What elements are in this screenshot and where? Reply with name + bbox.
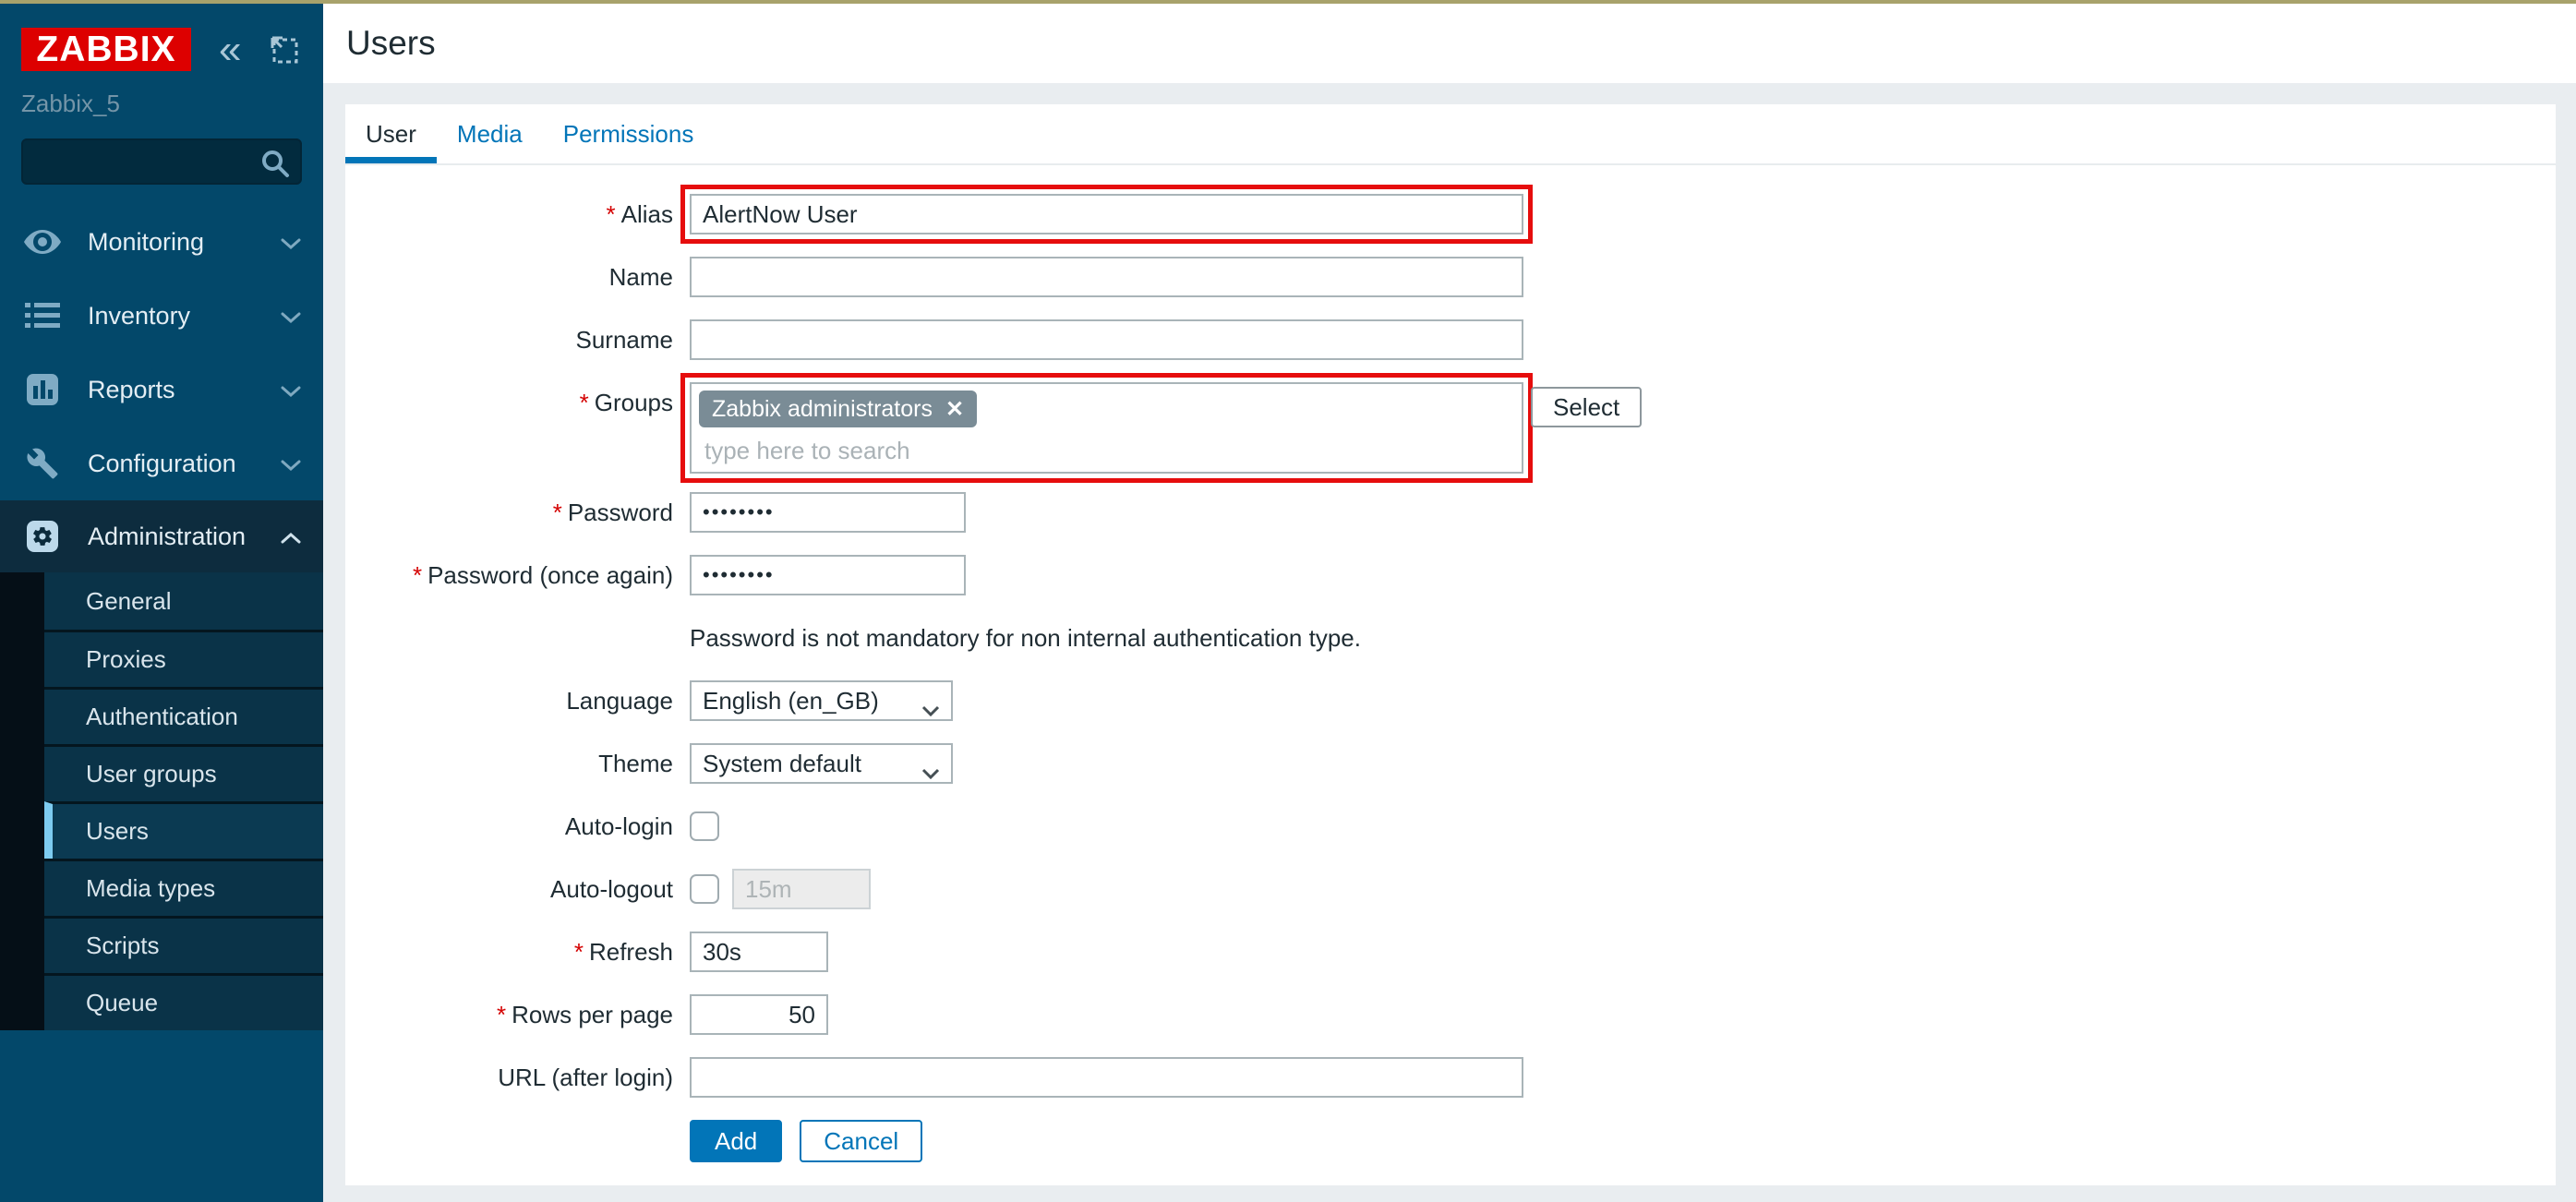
theme-select[interactable]: System default <box>690 743 953 784</box>
tab-media[interactable]: Media <box>437 104 543 163</box>
password-repeat-field[interactable] <box>690 555 966 595</box>
sidebar-item-queue[interactable]: Queue <box>44 973 323 1030</box>
page-title: Users <box>346 24 436 63</box>
fullscreen-icon[interactable] <box>269 34 300 66</box>
sidebar-item-media-types[interactable]: Media types <box>44 859 323 916</box>
collapse-sidebar-icon[interactable]: « <box>219 31 241 68</box>
chevron-down-icon <box>921 695 940 724</box>
sidebar-search <box>21 138 302 185</box>
search-icon[interactable] <box>259 148 291 184</box>
rows-per-page-label: *Rows per page <box>345 994 690 1035</box>
alias-field[interactable] <box>690 194 1523 234</box>
cancel-button[interactable]: Cancel <box>800 1120 922 1162</box>
url-field[interactable] <box>690 1057 1523 1098</box>
sidebar-item-label: Administration <box>88 523 246 551</box>
sidebar-item-label: Configuration <box>88 450 236 478</box>
sidebar-item-label: Reports <box>88 376 175 404</box>
main-content: Users User Media Permissions *Alias Name <box>323 4 2576 1202</box>
groups-label: *Groups <box>345 382 690 423</box>
sidebar-item-administration[interactable]: Administration <box>0 500 323 572</box>
tab-bar: User Media Permissions <box>345 104 2556 165</box>
chevron-down-icon <box>281 228 301 257</box>
groups-multiselect[interactable]: Zabbix administrators ✕ type here to sea… <box>690 382 1523 474</box>
group-chip: Zabbix administrators ✕ <box>699 391 977 427</box>
autologout-interval-field <box>732 869 871 909</box>
name-label: Name <box>345 257 690 297</box>
password-field[interactable] <box>690 492 966 533</box>
surname-label: Surname <box>345 319 690 360</box>
name-field[interactable] <box>690 257 1523 297</box>
chevron-up-icon <box>281 523 301 551</box>
gear-icon <box>21 520 64 553</box>
autologout-label: Auto-logout <box>345 869 690 909</box>
refresh-label: *Refresh <box>345 932 690 972</box>
server-name: Zabbix_5 <box>0 71 323 118</box>
alias-label: *Alias <box>345 194 690 234</box>
groups-select-button[interactable]: Select <box>1531 387 1642 427</box>
sidebar-item-monitoring[interactable]: Monitoring <box>0 205 323 279</box>
sidebar-nav: Monitoring Inventory <box>0 205 323 1030</box>
top-accent-bar <box>0 0 2576 4</box>
language-label: Language <box>345 680 690 721</box>
administration-submenu: General Proxies Authentication User grou… <box>0 572 323 1030</box>
groups-search-placeholder[interactable]: type here to search <box>704 437 1514 465</box>
autologout-checkbox[interactable] <box>690 874 719 904</box>
user-form: *Alias Name Surname *Groups <box>345 165 2556 1162</box>
eye-icon <box>21 227 64 257</box>
bar-chart-icon <box>21 373 64 406</box>
language-select[interactable]: English (en_GB) <box>690 680 953 721</box>
user-form-card: User Media Permissions *Alias Name Surna… <box>345 104 2556 1185</box>
sidebar-item-inventory[interactable]: Inventory <box>0 279 323 353</box>
add-button[interactable]: Add <box>690 1120 782 1162</box>
autologin-checkbox[interactable] <box>690 811 719 841</box>
surname-field[interactable] <box>690 319 1523 360</box>
wrench-icon <box>21 447 64 480</box>
sidebar-item-proxies[interactable]: Proxies <box>44 630 323 687</box>
page-header: Users <box>323 4 2576 83</box>
rows-per-page-field[interactable] <box>690 994 828 1035</box>
sidebar-item-label: Inventory <box>88 302 190 331</box>
chevron-down-icon <box>281 376 301 404</box>
annotation-highlight-groups: Zabbix administrators ✕ type here to sea… <box>680 373 1533 483</box>
tab-permissions[interactable]: Permissions <box>543 104 715 163</box>
sidebar-item-configuration[interactable]: Configuration <box>0 427 323 500</box>
password-note: Password is not mandatory for non intern… <box>690 624 1361 653</box>
sidebar-item-scripts[interactable]: Scripts <box>44 916 323 973</box>
search-input[interactable] <box>23 140 300 183</box>
group-chip-label: Zabbix administrators <box>712 396 933 423</box>
refresh-field[interactable] <box>690 932 828 972</box>
chevron-down-icon <box>281 302 301 331</box>
chevron-down-icon <box>921 758 940 787</box>
zabbix-logo[interactable]: ZABBIX <box>21 28 191 71</box>
sidebar-item-user-groups[interactable]: User groups <box>44 744 323 801</box>
list-icon <box>21 301 64 331</box>
tab-user[interactable]: User <box>345 104 437 163</box>
sidebar-item-authentication[interactable]: Authentication <box>44 687 323 744</box>
chip-close-icon[interactable]: ✕ <box>945 396 964 423</box>
password-label: *Password <box>345 492 690 533</box>
chevron-down-icon <box>281 450 301 478</box>
password-repeat-label: *Password (once again) <box>345 555 690 595</box>
sidebar-item-label: Monitoring <box>88 228 204 257</box>
autologin-label: Auto-login <box>345 806 690 847</box>
sidebar: ZABBIX « Zabbix_5 <box>0 4 323 1202</box>
sidebar-item-general[interactable]: General <box>44 572 323 630</box>
url-label: URL (after login) <box>345 1057 690 1098</box>
sidebar-item-users[interactable]: Users <box>44 801 323 859</box>
sidebar-item-reports[interactable]: Reports <box>0 353 323 427</box>
theme-label: Theme <box>345 743 690 784</box>
annotation-highlight-alias <box>680 185 1533 244</box>
